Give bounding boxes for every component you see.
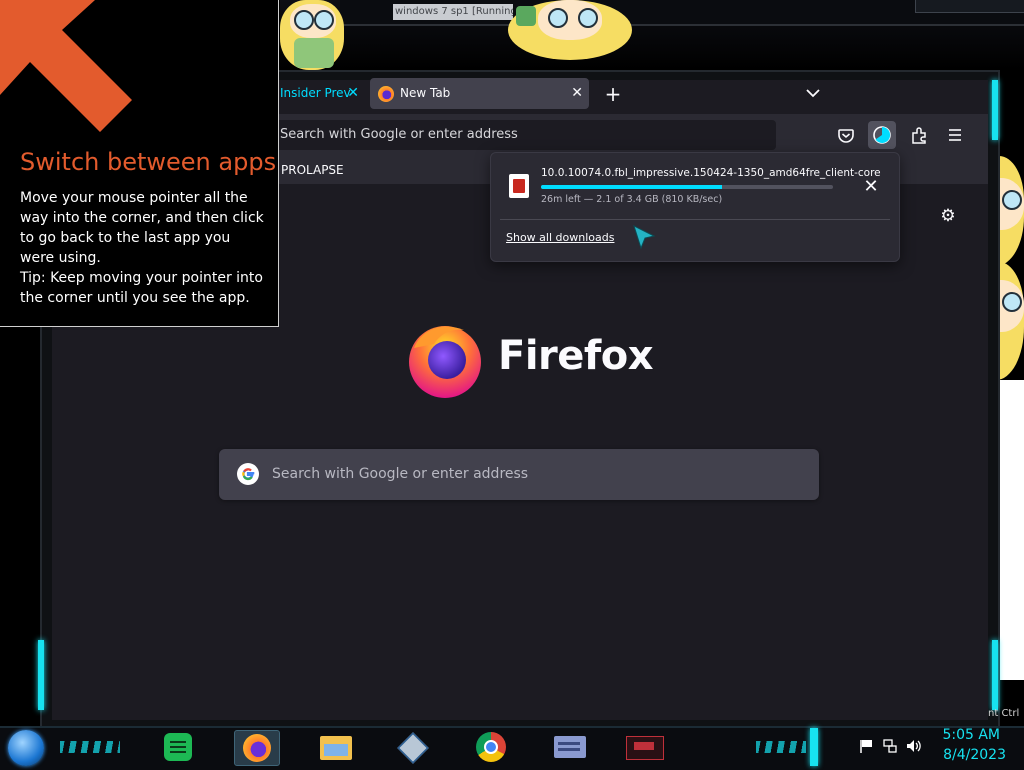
network-icon[interactable] bbox=[882, 738, 898, 754]
tab-label: New Tab bbox=[400, 86, 451, 100]
frame-accent-right-bottom bbox=[992, 640, 998, 710]
background-window-edge-text: nt Ctrl bbox=[988, 708, 1020, 719]
firefox-wordmark: Firefox bbox=[498, 333, 654, 379]
tip-body: Move your mouse pointer all the way into… bbox=[20, 188, 265, 308]
download-progress-bar bbox=[541, 185, 833, 189]
pocket-icon[interactable] bbox=[832, 121, 860, 149]
menu-icon[interactable] bbox=[941, 121, 969, 149]
tab-insider-preview[interactable]: Insider Prev ✕ bbox=[280, 78, 365, 109]
tab-new-tab[interactable]: New Tab ✕ bbox=[370, 78, 589, 109]
address-bar[interactable]: Search with Google or enter address bbox=[240, 120, 776, 150]
desktop-top-frame-right bbox=[915, 0, 1024, 13]
firefox-icon[interactable] bbox=[234, 730, 280, 766]
extensions-icon[interactable] bbox=[905, 121, 933, 149]
speaker-icon[interactable] bbox=[905, 738, 923, 754]
download-progress-fill bbox=[541, 185, 723, 189]
sticker-character bbox=[508, 0, 632, 60]
firefox-icon bbox=[378, 86, 394, 102]
search-input[interactable]: Search with Google or enter address bbox=[219, 449, 819, 500]
start-button[interactable] bbox=[8, 730, 44, 766]
show-desktop-button[interactable] bbox=[810, 728, 818, 766]
show-all-downloads-button[interactable]: Show all downloads bbox=[506, 231, 614, 244]
vm-window-title: windows 7 sp1 [Running] bbox=[393, 4, 513, 20]
close-tab-icon[interactable]: ✕ bbox=[347, 78, 359, 109]
media-app-icon[interactable] bbox=[622, 730, 666, 764]
new-tab-button[interactable]: + bbox=[600, 80, 626, 108]
sticker-character bbox=[280, 0, 344, 70]
chrome-icon[interactable] bbox=[470, 730, 514, 764]
flag-icon[interactable] bbox=[858, 738, 874, 754]
id-card-app-icon[interactable] bbox=[548, 730, 592, 764]
clock-date[interactable]: 8/4/2023 bbox=[930, 747, 1006, 763]
tab-label: Insider Prev bbox=[280, 86, 351, 100]
downloads-icon[interactable] bbox=[868, 121, 896, 149]
tip-title: Switch between apps bbox=[20, 148, 277, 176]
bookmark-item[interactable]: PROLAPSE bbox=[281, 156, 344, 184]
download-filename[interactable]: 10.0.10074.0.fbl_impressive.150424-1350_… bbox=[541, 167, 881, 179]
close-tab-icon[interactable]: ✕ bbox=[571, 78, 583, 109]
frame-accent-left bbox=[38, 640, 44, 710]
chevron-down-icon[interactable] bbox=[800, 80, 826, 106]
tip-hint: Tip: Keep moving your pointer into the c… bbox=[20, 270, 263, 306]
gear-icon[interactable]: ⚙ bbox=[936, 204, 960, 228]
firefox-logo bbox=[404, 318, 486, 400]
spotify-icon[interactable] bbox=[158, 730, 202, 764]
download-status: 26m left — 2.1 of 3.4 GB (810 KB/sec) bbox=[541, 194, 723, 205]
file-explorer-icon[interactable] bbox=[314, 730, 358, 764]
virtualbox-icon[interactable] bbox=[390, 730, 434, 764]
tip-description: Move your mouse pointer all the way into… bbox=[20, 190, 264, 266]
mouse-cursor bbox=[632, 224, 658, 250]
file-icon bbox=[509, 174, 529, 198]
frame-accent-right bbox=[992, 80, 998, 140]
google-icon bbox=[236, 462, 260, 486]
panel-divider bbox=[500, 219, 890, 220]
arrow-icon bbox=[0, 0, 140, 135]
clock-time[interactable]: 5:05 AM bbox=[930, 727, 1000, 743]
cancel-download-button[interactable]: ✕ bbox=[860, 176, 882, 198]
